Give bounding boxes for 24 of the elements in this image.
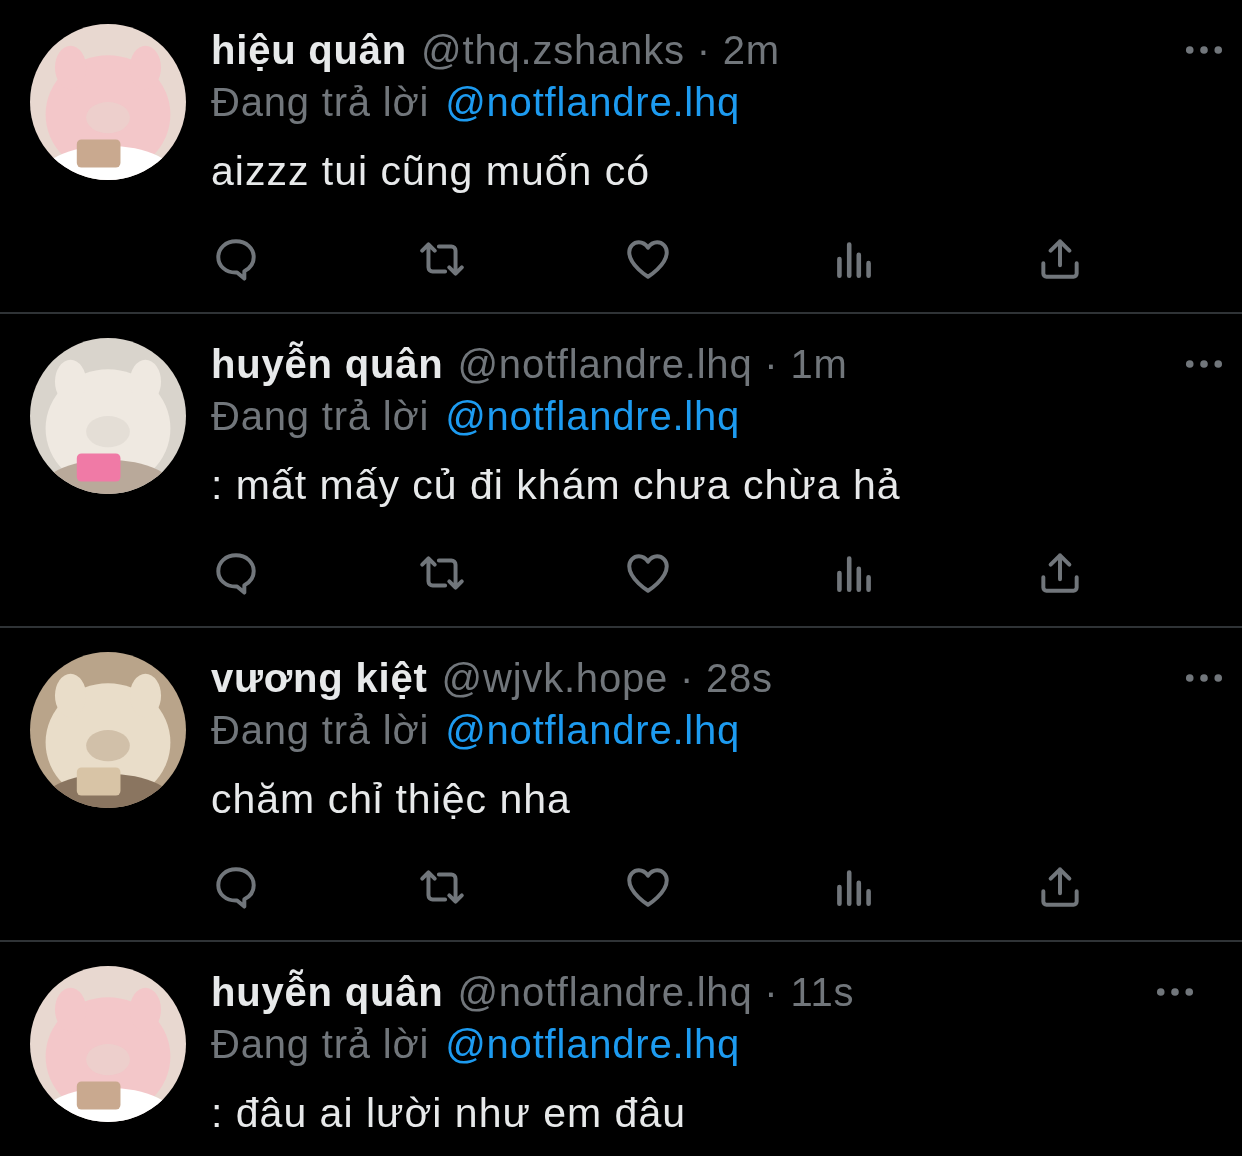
more-icon[interactable] (1185, 673, 1223, 683)
user-name[interactable]: hiệu quân (211, 27, 408, 73)
reply-mention-link[interactable]: @notflandre.lhq (445, 707, 741, 753)
more-icon[interactable] (1185, 359, 1223, 369)
replying-label: Đang trả lời (211, 1021, 430, 1067)
replying-label: Đang trả lời (211, 707, 430, 753)
replying-label: Đang trả lời (211, 393, 430, 439)
handle-time: @notflandre.lhq · 11s (457, 969, 855, 1015)
replying-label: Đang trả lời (211, 79, 430, 125)
more-icon[interactable] (1185, 45, 1223, 55)
reply-mention-link[interactable]: @notflandre.lhq (445, 79, 741, 125)
tweet-text: : đâu ai lười như em đâu (211, 1089, 688, 1138)
handle-time: @thq.zshanks · 2m (421, 27, 780, 73)
tweet-text: : mất mấy củ đi khám chưa chừa hả (211, 461, 902, 510)
user-name[interactable]: vương kiệt (211, 655, 428, 701)
user-name[interactable]: huyễn quân (211, 341, 444, 387)
handle-time: @wjvk.hope · 28s (441, 655, 773, 701)
tweet-text: chăm chỉ thiệc nha (211, 775, 572, 824)
reply-mention-link[interactable]: @notflandre.lhq (445, 393, 741, 439)
tweet-text: aizzz tui cũng muốn có (211, 147, 652, 196)
handle-time: @notflandre.lhq · 1m (457, 341, 848, 387)
user-name[interactable]: huyễn quân (211, 969, 444, 1015)
reply-mention-link[interactable]: @notflandre.lhq (445, 1021, 741, 1067)
more-icon[interactable] (1156, 987, 1194, 997)
